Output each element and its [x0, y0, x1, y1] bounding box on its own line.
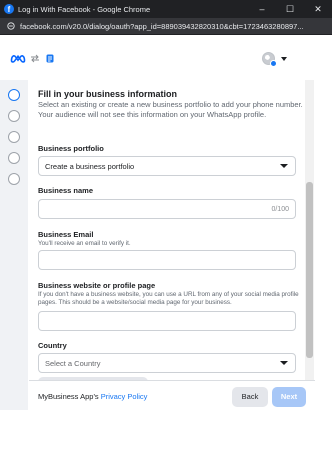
- window-title: Log in With Facebook - Google Chrome: [18, 4, 151, 14]
- portfolio-selected-value: Create a business portfolio: [45, 161, 135, 171]
- step-3-icon: [8, 131, 20, 143]
- maximize-button[interactable]: ☐: [276, 0, 304, 18]
- close-button[interactable]: ✕: [304, 0, 332, 18]
- privacy-prefix: MyBusiness App's: [38, 392, 101, 401]
- website-label: Business website or profile page: [38, 281, 156, 290]
- avatar[interactable]: [262, 52, 277, 67]
- country-select[interactable]: Select a Country: [38, 353, 296, 373]
- url-text[interactable]: facebook.com/v20.0/dialog/oauth?app_id=8…: [20, 22, 332, 31]
- form-heading: Fill in your business information: [38, 89, 178, 99]
- site-info-icon[interactable]: [6, 22, 16, 30]
- address-bar[interactable]: facebook.com/v20.0/dialog/oauth?app_id=8…: [0, 18, 332, 35]
- step-2-icon: [8, 110, 20, 122]
- business-portfolio-select[interactable]: Create a business portfolio: [38, 156, 296, 176]
- country-label: Country: [38, 341, 67, 350]
- minimize-button[interactable]: –: [248, 0, 276, 18]
- facebook-logo-icon: f: [4, 4, 14, 14]
- facebook-badge-icon: [270, 60, 277, 67]
- dialog-header: [0, 36, 332, 80]
- privacy-policy-link[interactable]: Privacy Policy: [101, 392, 148, 401]
- swap-arrows-icon: [30, 54, 40, 63]
- step-indicator: [0, 80, 28, 410]
- chevron-down-icon: [280, 164, 288, 168]
- form-description: Select an existing or create a new busin…: [38, 100, 303, 119]
- scrollbar-thumb[interactable]: [306, 182, 313, 358]
- business-name-input[interactable]: 0/100: [38, 199, 296, 219]
- character-counter: 0/100: [271, 206, 289, 213]
- business-info-form: Fill in your business information Select…: [29, 80, 315, 380]
- chevron-down-icon[interactable]: [281, 56, 287, 61]
- business-email-input[interactable]: [38, 250, 296, 270]
- next-button[interactable]: Next: [272, 386, 306, 407]
- website-input[interactable]: [38, 311, 296, 331]
- portfolio-label: Business portfolio: [38, 144, 104, 153]
- business-app-icon: [45, 53, 55, 63]
- meta-logo-icon: [10, 54, 26, 63]
- business-name-label: Business name: [38, 186, 94, 195]
- step-5-icon: [8, 173, 20, 185]
- business-email-label: Business Email: [38, 230, 94, 239]
- step-1-active-icon: [8, 89, 20, 101]
- privacy-text: MyBusiness App's Privacy Policy: [38, 392, 232, 401]
- back-button[interactable]: Back: [232, 386, 268, 407]
- country-placeholder: Select a Country: [45, 358, 101, 368]
- chevron-down-icon: [280, 361, 288, 365]
- business-email-help: You'll receive an email to verify it.: [38, 240, 131, 247]
- dialog-footer: MyBusiness App's Privacy Policy Back Nex…: [29, 380, 315, 412]
- window-titlebar: f Log in With Facebook - Google Chrome –…: [0, 0, 332, 18]
- account-switcher[interactable]: [262, 52, 287, 67]
- step-4-icon: [8, 152, 20, 164]
- website-help: If you don't have a business website, yo…: [38, 291, 299, 306]
- window-bottom-area: [0, 412, 332, 457]
